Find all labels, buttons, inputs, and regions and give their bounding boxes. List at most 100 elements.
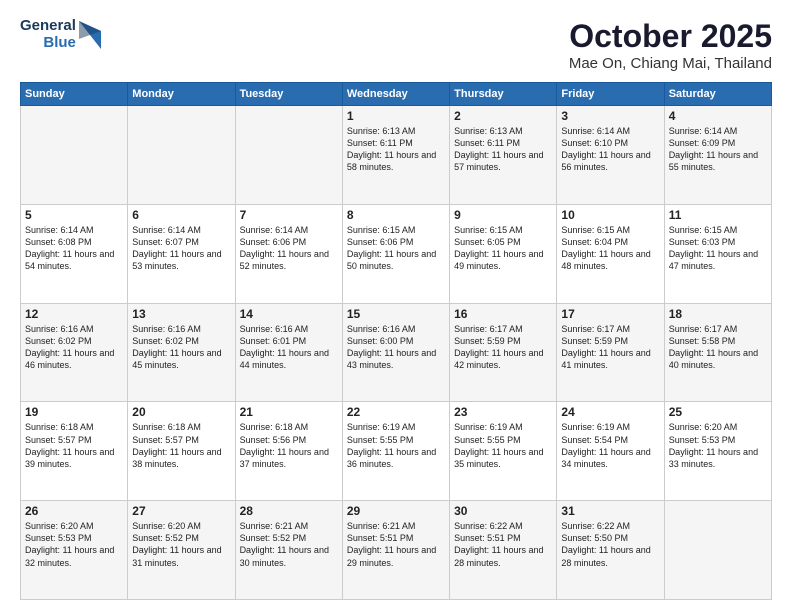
day-info: Sunrise: 6:20 AM Sunset: 5:53 PM Dayligh… [669, 421, 767, 470]
calendar-week-row: 5 Sunrise: 6:14 AM Sunset: 6:08 PM Daylig… [21, 204, 772, 303]
day-info: Sunrise: 6:18 AM Sunset: 5:57 PM Dayligh… [25, 421, 123, 470]
day-info: Sunrise: 6:14 AM Sunset: 6:09 PM Dayligh… [669, 125, 767, 174]
day-info: Sunrise: 6:20 AM Sunset: 5:52 PM Dayligh… [132, 520, 230, 569]
calendar-cell: 20 Sunrise: 6:18 AM Sunset: 5:57 PM Dayli… [128, 402, 235, 501]
day-number: 1 [347, 109, 445, 123]
calendar-week-row: 26Sunrise: 6:20 AM Sunset: 5:53 PM Dayli… [21, 501, 772, 600]
day-info: Sunrise: 6:22 AM Sunset: 5:51 PM Dayligh… [454, 520, 552, 569]
calendar-week-row: 19Sunrise: 6:18 AM Sunset: 5:57 PM Dayli… [21, 402, 772, 501]
day-number: 29 [347, 504, 445, 518]
calendar-cell: 9 Sunrise: 6:15 AM Sunset: 6:05 PM Daylig… [450, 204, 557, 303]
day-number: 12 [25, 307, 123, 321]
day-info: Sunrise: 6:16 AM Sunset: 6:00 PM Dayligh… [347, 323, 445, 372]
page-title: October 2025 [569, 18, 772, 55]
location-label: Mae On, Chiang Mai, Thailand [569, 55, 772, 72]
calendar-cell: 13 Sunrise: 6:16 AM Sunset: 6:02 PM Dayli… [128, 303, 235, 402]
logo-icon [79, 21, 101, 49]
calendar-cell: 28Sunrise: 6:21 AM Sunset: 5:52 PM Dayli… [235, 501, 342, 600]
day-number: 13 [132, 307, 230, 321]
day-info: Sunrise: 6:18 AM Sunset: 5:57 PM Dayligh… [132, 421, 230, 470]
day-info: Sunrise: 6:14 AM Sunset: 6:07 PM Dayligh… [132, 224, 230, 273]
calendar-cell: 16 Sunrise: 6:17 AM Sunset: 5:59 PM Dayli… [450, 303, 557, 402]
calendar-header-sunday: Sunday [21, 83, 128, 106]
calendar-week-row: 1 Sunrise: 6:13 AM Sunset: 6:11 PM Daylig… [21, 106, 772, 205]
day-info: Sunrise: 6:15 AM Sunset: 6:06 PM Dayligh… [347, 224, 445, 273]
calendar-cell: 17 Sunrise: 6:17 AM Sunset: 5:59 PM Dayli… [557, 303, 664, 402]
day-info: Sunrise: 6:17 AM Sunset: 5:59 PM Dayligh… [454, 323, 552, 372]
day-number: 14 [240, 307, 338, 321]
day-info: Sunrise: 6:14 AM Sunset: 6:06 PM Dayligh… [240, 224, 338, 273]
day-number: 27 [132, 504, 230, 518]
day-number: 16 [454, 307, 552, 321]
day-info: Sunrise: 6:16 AM Sunset: 6:02 PM Dayligh… [132, 323, 230, 372]
day-number: 15 [347, 307, 445, 321]
calendar-cell: 15 Sunrise: 6:16 AM Sunset: 6:00 PM Dayli… [342, 303, 449, 402]
calendar-cell: 11 Sunrise: 6:15 AM Sunset: 6:03 PM Dayli… [664, 204, 771, 303]
calendar-cell: 24 Sunrise: 6:19 AM Sunset: 5:54 PM Dayli… [557, 402, 664, 501]
day-info: Sunrise: 6:14 AM Sunset: 6:08 PM Dayligh… [25, 224, 123, 273]
calendar-cell [21, 106, 128, 205]
day-info: Sunrise: 6:19 AM Sunset: 5:55 PM Dayligh… [347, 421, 445, 470]
calendar-cell [664, 501, 771, 600]
day-info: Sunrise: 6:14 AM Sunset: 6:10 PM Dayligh… [561, 125, 659, 174]
calendar-cell: 12 Sunrise: 6:16 AM Sunset: 6:02 PM Dayli… [21, 303, 128, 402]
calendar-cell: 5 Sunrise: 6:14 AM Sunset: 6:08 PM Daylig… [21, 204, 128, 303]
calendar-cell: 23 Sunrise: 6:19 AM Sunset: 5:55 PM Dayli… [450, 402, 557, 501]
day-info: Sunrise: 6:21 AM Sunset: 5:52 PM Dayligh… [240, 520, 338, 569]
day-number: 17 [561, 307, 659, 321]
day-info: Sunrise: 6:16 AM Sunset: 6:02 PM Dayligh… [25, 323, 123, 372]
day-info: Sunrise: 6:17 AM Sunset: 5:59 PM Dayligh… [561, 323, 659, 372]
day-info: Sunrise: 6:22 AM Sunset: 5:50 PM Dayligh… [561, 520, 659, 569]
calendar-cell: 4Sunrise: 6:14 AM Sunset: 6:09 PM Daylig… [664, 106, 771, 205]
calendar-header-tuesday: Tuesday [235, 83, 342, 106]
day-number: 5 [25, 208, 123, 222]
calendar-header-wednesday: Wednesday [342, 83, 449, 106]
calendar-cell: 30 Sunrise: 6:22 AM Sunset: 5:51 PM Dayli… [450, 501, 557, 600]
day-number: 7 [240, 208, 338, 222]
day-number: 23 [454, 405, 552, 419]
day-number: 3 [561, 109, 659, 123]
day-info: Sunrise: 6:19 AM Sunset: 5:54 PM Dayligh… [561, 421, 659, 470]
calendar-cell: 25Sunrise: 6:20 AM Sunset: 5:53 PM Dayli… [664, 402, 771, 501]
day-info: Sunrise: 6:15 AM Sunset: 6:05 PM Dayligh… [454, 224, 552, 273]
day-number: 6 [132, 208, 230, 222]
calendar-cell: 22Sunrise: 6:19 AM Sunset: 5:55 PM Dayli… [342, 402, 449, 501]
calendar-cell: 2Sunrise: 6:13 AM Sunset: 6:11 PM Daylig… [450, 106, 557, 205]
calendar-cell: 29 Sunrise: 6:21 AM Sunset: 5:51 PM Dayli… [342, 501, 449, 600]
day-number: 18 [669, 307, 767, 321]
day-number: 31 [561, 504, 659, 518]
day-info: Sunrise: 6:19 AM Sunset: 5:55 PM Dayligh… [454, 421, 552, 470]
page: General Blue October 2025 Mae On, Chiang… [0, 0, 792, 612]
calendar-cell: 19Sunrise: 6:18 AM Sunset: 5:57 PM Dayli… [21, 402, 128, 501]
day-info: Sunrise: 6:13 AM Sunset: 6:11 PM Dayligh… [347, 125, 445, 174]
calendar-cell: 6 Sunrise: 6:14 AM Sunset: 6:07 PM Daylig… [128, 204, 235, 303]
day-number: 8 [347, 208, 445, 222]
calendar-header-saturday: Saturday [664, 83, 771, 106]
day-info: Sunrise: 6:15 AM Sunset: 6:03 PM Dayligh… [669, 224, 767, 273]
calendar-header-thursday: Thursday [450, 83, 557, 106]
day-info: Sunrise: 6:17 AM Sunset: 5:58 PM Dayligh… [669, 323, 767, 372]
day-info: Sunrise: 6:16 AM Sunset: 6:01 PM Dayligh… [240, 323, 338, 372]
day-number: 30 [454, 504, 552, 518]
day-info: Sunrise: 6:21 AM Sunset: 5:51 PM Dayligh… [347, 520, 445, 569]
day-number: 9 [454, 208, 552, 222]
day-number: 24 [561, 405, 659, 419]
day-number: 26 [25, 504, 123, 518]
calendar-cell: 31 Sunrise: 6:22 AM Sunset: 5:50 PM Dayli… [557, 501, 664, 600]
calendar-cell: 27 Sunrise: 6:20 AM Sunset: 5:52 PM Dayli… [128, 501, 235, 600]
calendar-table: SundayMondayTuesdayWednesdayThursdayFrid… [20, 82, 772, 600]
day-info: Sunrise: 6:13 AM Sunset: 6:11 PM Dayligh… [454, 125, 552, 174]
calendar-cell: 3 Sunrise: 6:14 AM Sunset: 6:10 PM Daylig… [557, 106, 664, 205]
logo-blue: Blue [43, 35, 76, 52]
day-number: 20 [132, 405, 230, 419]
calendar-cell [128, 106, 235, 205]
calendar-header-friday: Friday [557, 83, 664, 106]
calendar-cell: 26Sunrise: 6:20 AM Sunset: 5:53 PM Dayli… [21, 501, 128, 600]
calendar-cell: 1 Sunrise: 6:13 AM Sunset: 6:11 PM Daylig… [342, 106, 449, 205]
day-number: 11 [669, 208, 767, 222]
calendar-cell: 8 Sunrise: 6:15 AM Sunset: 6:06 PM Daylig… [342, 204, 449, 303]
calendar-cell: 10Sunrise: 6:15 AM Sunset: 6:04 PM Dayli… [557, 204, 664, 303]
day-info: Sunrise: 6:18 AM Sunset: 5:56 PM Dayligh… [240, 421, 338, 470]
calendar-week-row: 12 Sunrise: 6:16 AM Sunset: 6:02 PM Dayli… [21, 303, 772, 402]
calendar-header-row: SundayMondayTuesdayWednesdayThursdayFrid… [21, 83, 772, 106]
